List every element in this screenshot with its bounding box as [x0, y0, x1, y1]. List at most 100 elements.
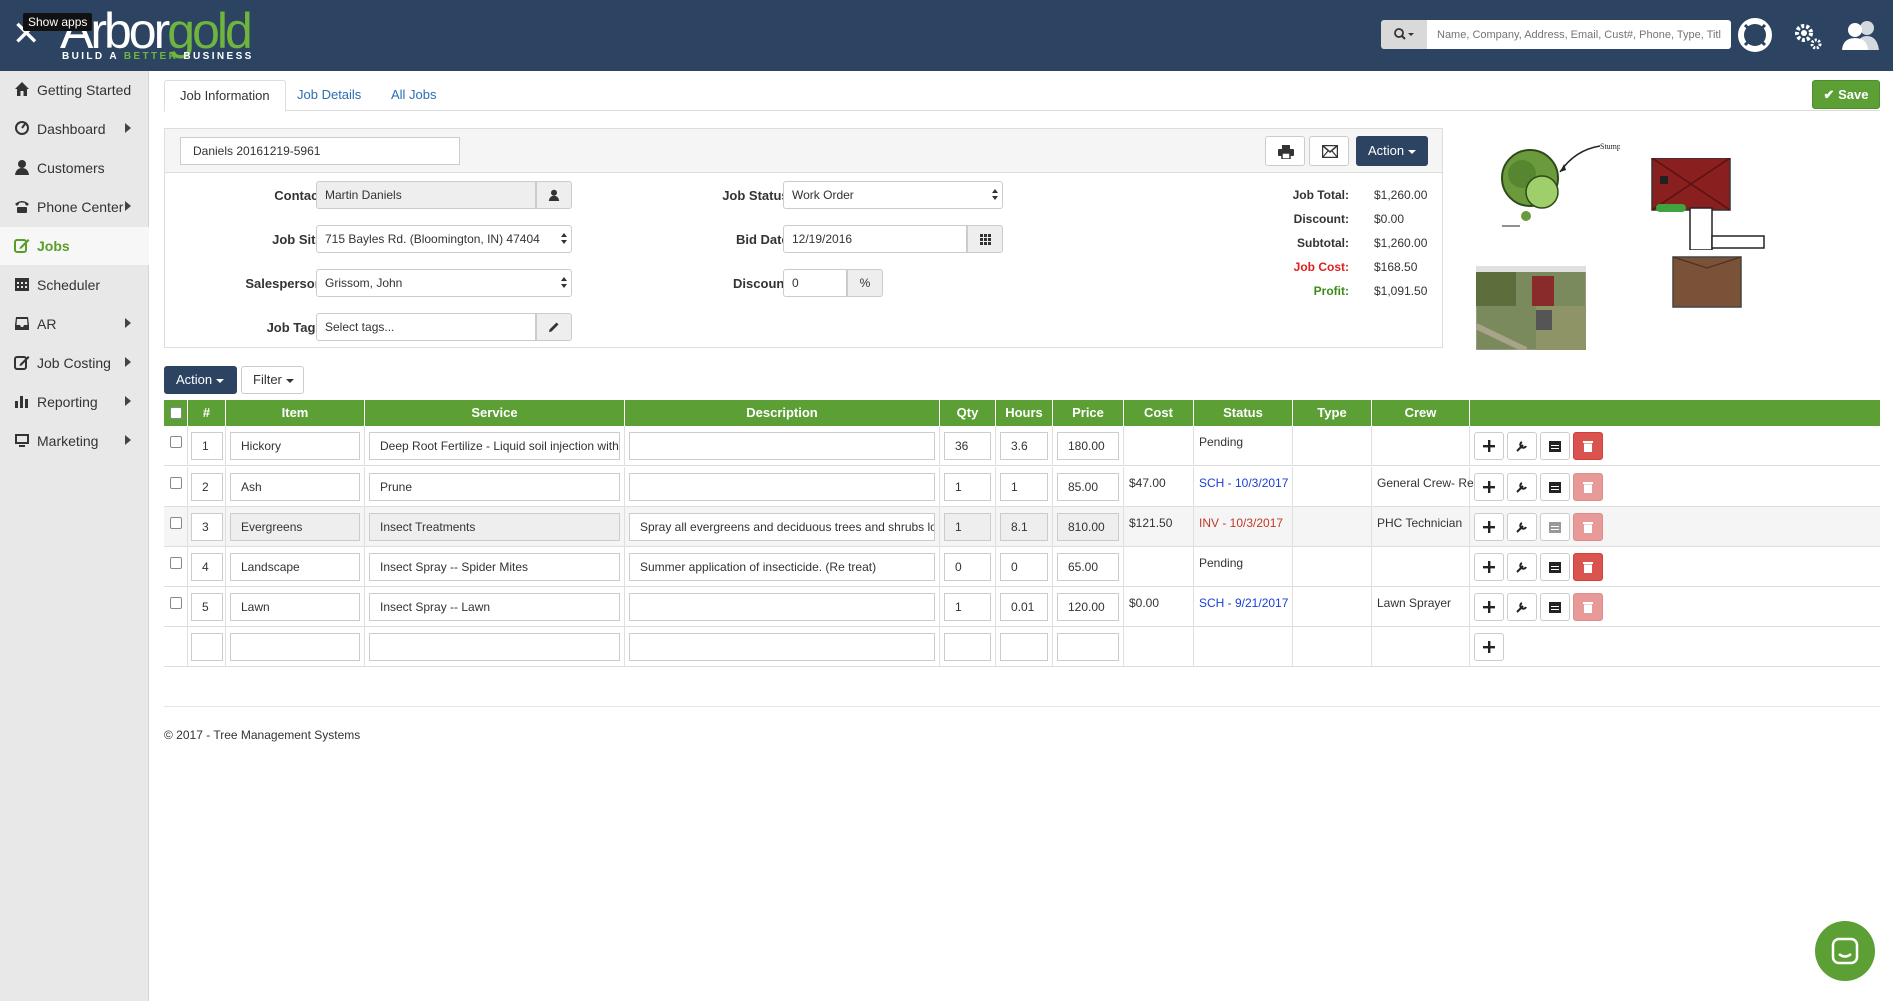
discount-input[interactable]: 0	[783, 269, 847, 297]
row-checkbox[interactable]	[170, 557, 182, 569]
house-sketch-image[interactable]	[1650, 157, 1765, 251]
edit-tags-button[interactable]	[536, 313, 572, 341]
row-checkbox[interactable]	[170, 517, 182, 529]
settings-gears-icon[interactable]	[1791, 18, 1825, 52]
qty-input[interactable]: 0	[944, 553, 991, 581]
item-input[interactable]: Ash	[230, 473, 360, 501]
qty-input[interactable]: 1	[944, 593, 991, 621]
edit-row-button[interactable]	[1507, 553, 1537, 581]
add-row-button[interactable]	[1474, 473, 1504, 501]
sidebar-item-customers[interactable]: Customers	[0, 149, 149, 187]
status-link[interactable]: INV - 10/3/2017	[1199, 516, 1283, 530]
service-input[interactable]: Insect Treatments	[369, 513, 620, 541]
service-input[interactable]: Insect Spray -- Lawn	[369, 593, 620, 621]
search-input[interactable]	[1427, 20, 1731, 49]
contact-field[interactable]: Martin Daniels	[316, 181, 536, 209]
status-link[interactable]: SCH - 10/3/2017	[1199, 476, 1288, 490]
contact-lookup-button[interactable]	[536, 181, 572, 209]
save-button[interactable]: ✔ Save	[1812, 80, 1880, 109]
qty-input[interactable]: 1	[944, 473, 991, 501]
tab-job-information[interactable]: Job Information	[164, 80, 286, 112]
tab-all-jobs[interactable]: All Jobs	[376, 80, 452, 111]
col-price[interactable]: Price	[1053, 400, 1124, 426]
job-tags-input[interactable]: Select tags...	[316, 313, 536, 341]
col-qty[interactable]: Qty	[940, 400, 996, 426]
job-status-select[interactable]: Work Order	[783, 181, 1003, 209]
row-checkbox[interactable]	[170, 597, 182, 609]
schedule-row-button[interactable]	[1540, 513, 1570, 541]
col-item[interactable]: Item	[226, 400, 365, 426]
price-input[interactable]: 85.00	[1057, 473, 1119, 501]
aerial-photo-image[interactable]	[1474, 265, 1587, 353]
search-options-button[interactable]	[1381, 20, 1427, 49]
select-all-checkbox[interactable]	[170, 407, 182, 419]
sidebar-item-phone-center[interactable]: Phone Center	[0, 188, 149, 226]
description-input[interactable]	[629, 432, 935, 460]
table-action-dropdown[interactable]: Action	[164, 366, 237, 394]
price-input[interactable]: 120.00	[1057, 593, 1119, 621]
sidebar-item-getting-started[interactable]: Getting Started	[0, 71, 149, 109]
price-input[interactable]: 180.00	[1057, 432, 1119, 460]
tab-job-details[interactable]: Job Details	[282, 80, 376, 111]
row-number-input[interactable]: 2	[191, 473, 223, 501]
edit-row-button[interactable]	[1507, 432, 1537, 460]
row-checkbox[interactable]	[170, 436, 182, 448]
delete-row-button[interactable]	[1573, 432, 1603, 460]
job-action-dropdown[interactable]: Action	[1356, 136, 1428, 166]
job-name-field[interactable]: Daniels 20161219-5961	[180, 137, 460, 165]
price-input[interactable]: 810.00	[1057, 513, 1119, 541]
add-row-button[interactable]	[1474, 432, 1504, 460]
item-input[interactable]: Lawn	[230, 593, 360, 621]
sidebar-item-job-costing[interactable]: Job Costing	[0, 344, 149, 382]
salesperson-select[interactable]: Grissom, John	[316, 269, 572, 297]
row-number-input[interactable]: 4	[191, 553, 223, 581]
price-input[interactable]: 65.00	[1057, 553, 1119, 581]
new-description-input[interactable]	[629, 633, 935, 661]
sidebar-item-scheduler[interactable]: Scheduler	[0, 266, 149, 304]
item-input[interactable]: Evergreens	[230, 513, 360, 541]
delete-row-button[interactable]	[1573, 513, 1603, 541]
job-site-select[interactable]: 715 Bayles Rd. (Bloomington, IN) 47404	[316, 225, 572, 253]
new-price-input[interactable]	[1057, 633, 1119, 661]
add-row-button[interactable]	[1474, 593, 1504, 621]
qty-input[interactable]: 1	[944, 513, 991, 541]
service-input[interactable]: Deep Root Fertilize - Liquid soil inject…	[369, 432, 620, 460]
chat-launcher-button[interactable]	[1815, 921, 1875, 981]
row-number-input[interactable]: 3	[191, 513, 223, 541]
hours-input[interactable]: 8.1	[1000, 513, 1048, 541]
filter-dropdown[interactable]: Filter	[241, 366, 304, 394]
description-input[interactable]	[629, 593, 935, 621]
qty-input[interactable]: 36	[944, 432, 991, 460]
date-picker-button[interactable]	[967, 225, 1003, 253]
schedule-row-button[interactable]	[1540, 593, 1570, 621]
col-type[interactable]: Type	[1293, 400, 1372, 426]
new-qty-input[interactable]	[944, 633, 991, 661]
service-input[interactable]: Insect Spray -- Spider Mites	[369, 553, 620, 581]
schedule-row-button[interactable]	[1540, 553, 1570, 581]
schedule-row-button[interactable]	[1540, 473, 1570, 501]
add-row-button[interactable]	[1474, 513, 1504, 541]
col-status[interactable]: Status	[1194, 400, 1293, 426]
delete-row-button[interactable]	[1573, 553, 1603, 581]
description-input[interactable]	[629, 473, 935, 501]
hours-input[interactable]: 0	[1000, 553, 1048, 581]
sidebar-item-dashboard[interactable]: Dashboard	[0, 110, 149, 148]
row-checkbox[interactable]	[170, 477, 182, 489]
item-input[interactable]: Landscape	[230, 553, 360, 581]
hours-input[interactable]: 3.6	[1000, 432, 1048, 460]
col-service[interactable]: Service	[365, 400, 625, 426]
description-input[interactable]: Spray all evergreens and deciduous trees…	[629, 513, 935, 541]
sidebar-item-reporting[interactable]: Reporting	[0, 383, 149, 421]
description-input[interactable]: Summer application of insecticide. (Re t…	[629, 553, 935, 581]
service-input[interactable]: Prune	[369, 473, 620, 501]
sidebar-item-jobs[interactable]: Jobs	[0, 227, 149, 265]
email-button[interactable]	[1309, 136, 1349, 166]
roof-sketch-image[interactable]	[1672, 256, 1742, 308]
new-hours-input[interactable]	[1000, 633, 1048, 661]
delete-row-button[interactable]	[1573, 593, 1603, 621]
add-new-item-button[interactable]	[1474, 633, 1504, 661]
new-row-number-input[interactable]	[191, 633, 223, 661]
new-service-input[interactable]	[369, 633, 620, 661]
help-lifebuoy-icon[interactable]	[1738, 18, 1772, 52]
col-cost[interactable]: Cost	[1124, 400, 1194, 426]
